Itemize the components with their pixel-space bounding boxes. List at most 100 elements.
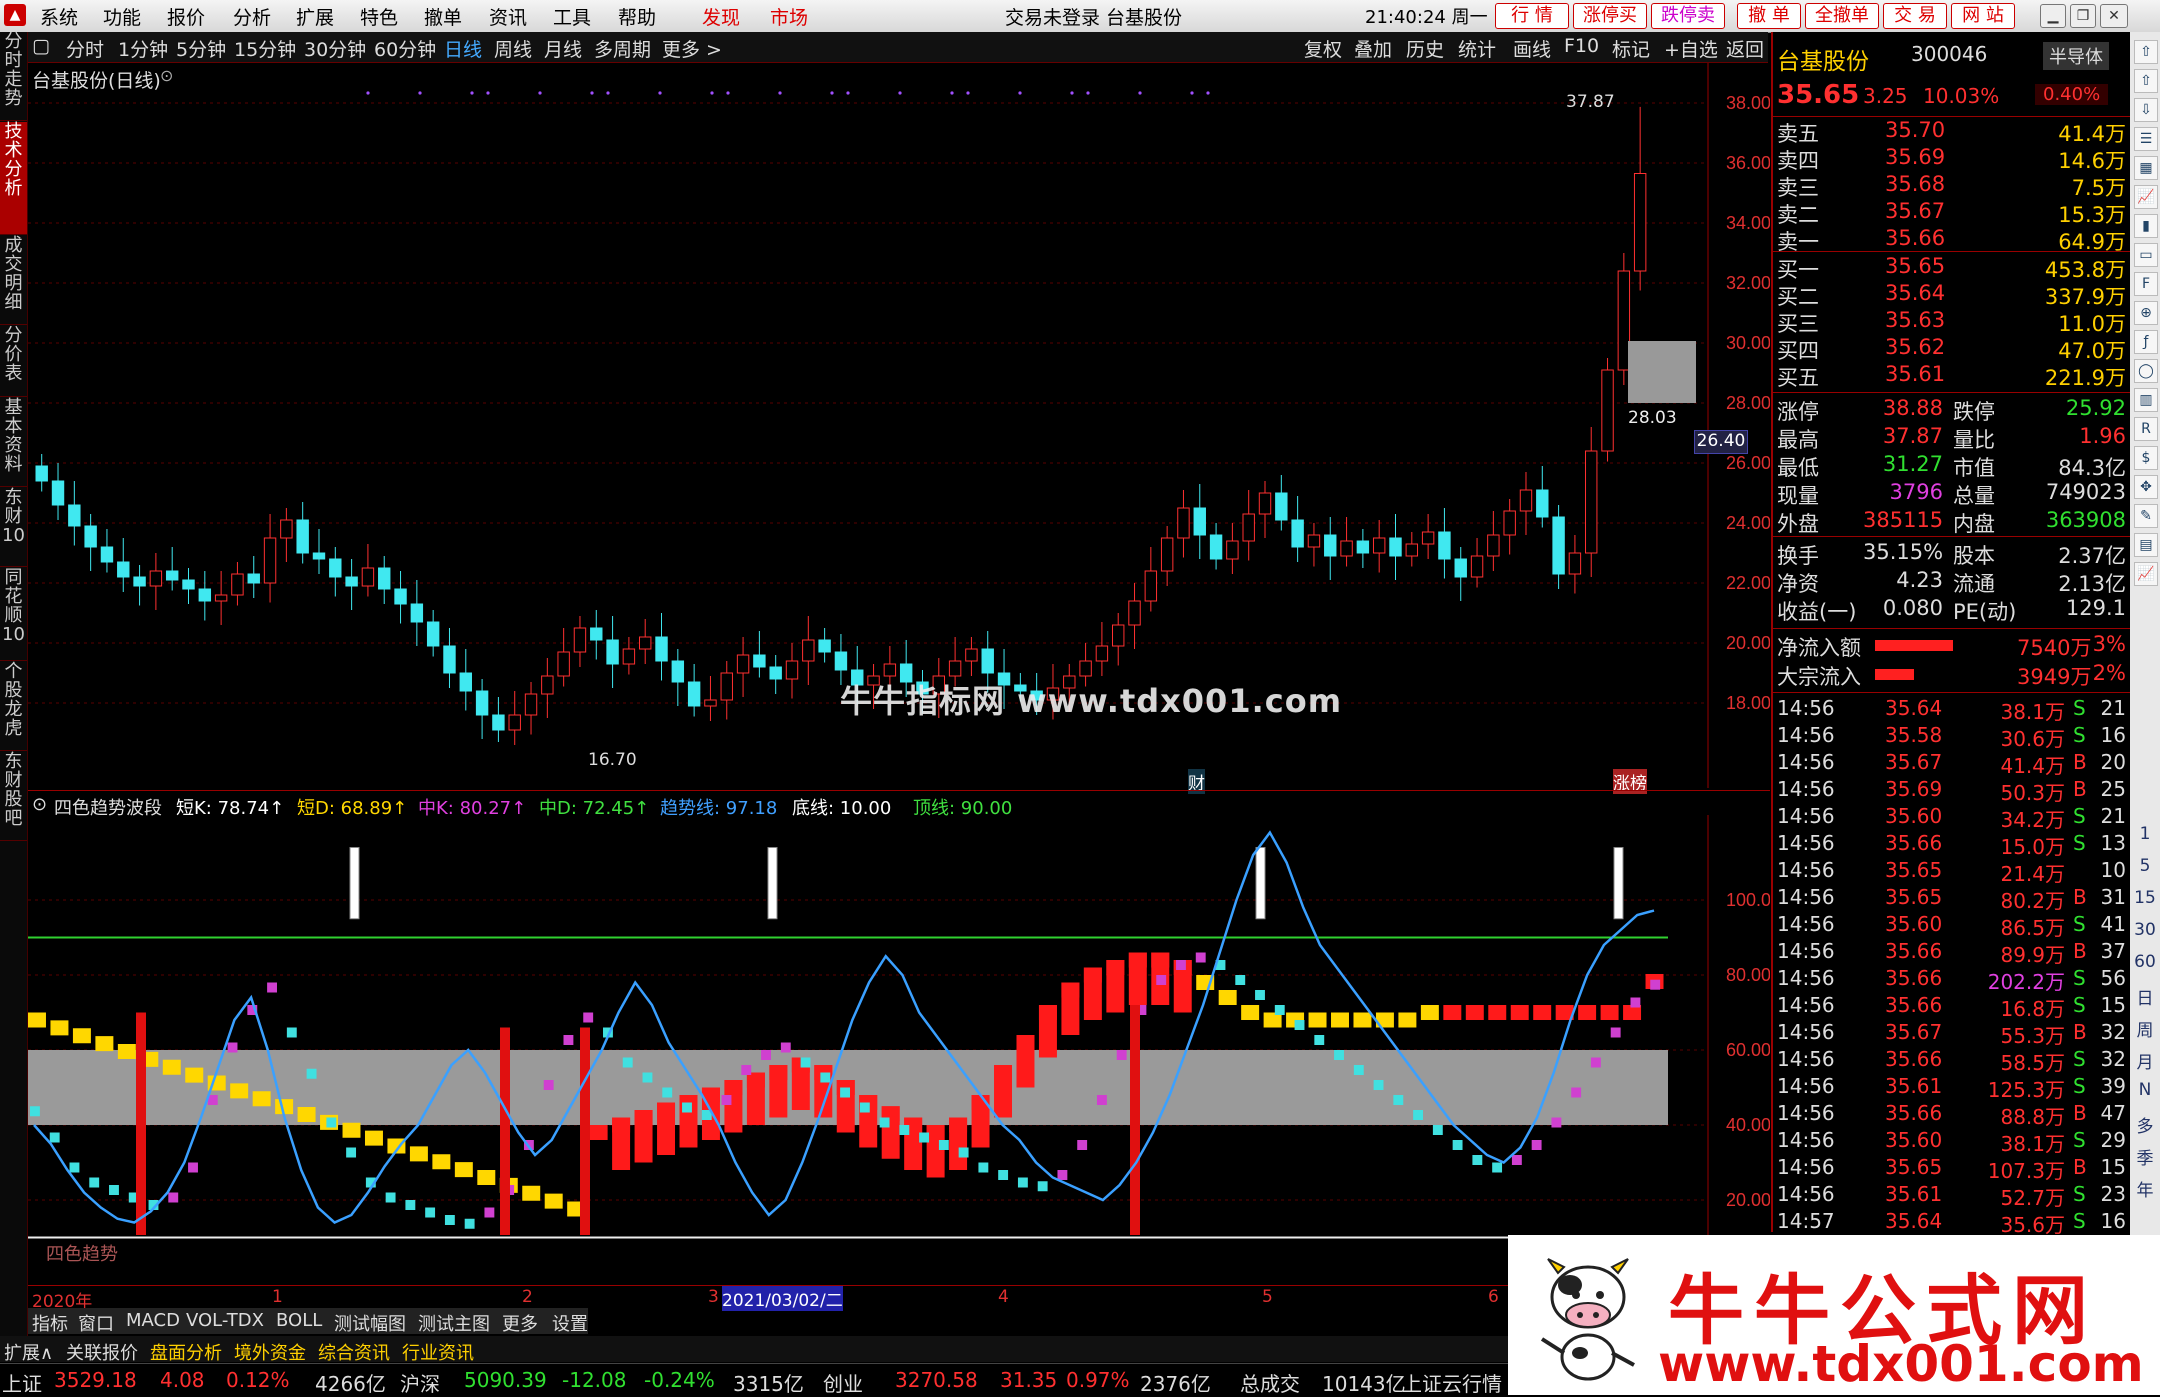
period-shortcut[interactable]: 周 (2130, 1016, 2160, 1041)
period-15min[interactable]: 15分钟 (234, 35, 296, 62)
tool-mark[interactable]: 标记 (1612, 35, 1650, 62)
period-shortcut[interactable]: 1 (2130, 824, 2160, 844)
arrow-down-icon[interactable]: ⇩ (2134, 98, 2158, 122)
tool-stats[interactable]: 统计 (1458, 35, 1496, 62)
tab-guba[interactable]: 东财股吧 (0, 752, 27, 841)
cancel-all-button[interactable]: 全撤单 (1805, 3, 1879, 29)
chart-icon[interactable]: 📈 (2134, 185, 2158, 209)
circle-icon[interactable]: ◯ (2134, 359, 2158, 383)
period-shortcut[interactable]: 季 (2130, 1144, 2160, 1169)
sector-badge[interactable]: 半导体 (2043, 42, 2109, 70)
tick-row[interactable]: 14:56 35.61 52.7万 S 23 (1773, 1182, 2130, 1210)
period-more[interactable]: 更多 > (662, 35, 722, 62)
list-icon[interactable]: ☰ (2134, 127, 2158, 151)
bar-icon[interactable]: ▥ (2134, 388, 2158, 412)
menu-discover[interactable]: 发现 (702, 3, 740, 30)
tab-intraday[interactable]: 分时走势 (0, 32, 27, 121)
tick-row[interactable]: 14:56 35.65 107.3万 B 15 (1773, 1155, 2130, 1183)
ext-industry-news[interactable]: 行业资讯 (402, 1339, 474, 1365)
tab-dragon-tiger[interactable]: 个股龙虎 (0, 662, 27, 751)
tab-fundamentals[interactable]: 基本资料 (0, 398, 27, 487)
tab-trade-detail[interactable]: 成交明细 (0, 236, 27, 325)
tab-more[interactable]: 更多 (502, 1310, 538, 1336)
period-shortcut[interactable]: N (2130, 1080, 2160, 1100)
tick-row[interactable]: 14:56 35.67 41.4万 B 20 (1773, 750, 2130, 778)
move-icon[interactable]: ✥ (2134, 475, 2158, 499)
f10-icon[interactable]: F (2134, 272, 2158, 296)
ext-related-quote[interactable]: 关联报价 (66, 1339, 138, 1365)
tab-boll[interactable]: BOLL (276, 1310, 322, 1331)
tab-dongcai10[interactable]: 东财10 (0, 488, 27, 567)
minimize-icon[interactable]: ▁ (2040, 4, 2066, 28)
tab-vol-tdx[interactable]: VOL-TDX (186, 1310, 264, 1331)
period-shortcut[interactable]: 5 (2130, 856, 2160, 876)
tick-row[interactable]: 14:56 35.65 80.2万 B 31 (1773, 885, 2130, 913)
ext-toggle[interactable]: 扩展∧ (4, 1339, 53, 1365)
menu-feature[interactable]: 特色 (360, 3, 398, 30)
quote-button[interactable]: 行 情 (1495, 3, 1569, 29)
menu-tools[interactable]: 工具 (553, 3, 591, 30)
tool-f10[interactable]: F10 (1564, 35, 1599, 57)
menu-analysis[interactable]: 分析 (233, 3, 271, 30)
period-shortcut[interactable]: 15 (2130, 888, 2160, 908)
tick-row[interactable]: 14:56 35.58 30.6万 S 16 (1773, 723, 2130, 751)
tool-overlay[interactable]: 叠加 (1354, 35, 1392, 62)
menu-help[interactable]: 帮助 (618, 3, 656, 30)
grid-icon[interactable]: ▦ (2134, 156, 2158, 180)
period-60min[interactable]: 60分钟 (374, 35, 436, 62)
tick-row[interactable]: 14:56 35.66 88.8万 B 47 (1773, 1101, 2130, 1129)
tab-window[interactable]: 窗口 (78, 1310, 114, 1336)
tab-price-table[interactable]: 分价表 (0, 326, 27, 397)
tick-row[interactable]: 14:56 35.61 125.3万 S 39 (1773, 1074, 2130, 1102)
ad-banner[interactable]: 牛牛公式网 www.tdx001.com (1508, 1235, 2160, 1395)
period-shortcut[interactable]: 年 (2130, 1176, 2160, 1201)
tick-row[interactable]: 14:56 35.67 55.3万 B 32 (1773, 1020, 2130, 1048)
cancel-order-button[interactable]: 撤 单 (1737, 3, 1801, 29)
tick-row[interactable]: 14:56 35.66 15.0万 S 13 (1773, 831, 2130, 859)
period-30min[interactable]: 30分钟 (304, 35, 366, 62)
ext-foreign-capital[interactable]: 境外资金 (234, 1339, 306, 1365)
tick-row[interactable]: 14:56 35.69 50.3万 B 25 (1773, 777, 2130, 805)
menu-cancel-order[interactable]: 撤单 (424, 3, 462, 30)
period-1min[interactable]: 1分钟 (118, 35, 168, 62)
restore-icon[interactable]: ❐ (2070, 4, 2096, 28)
menu-system[interactable]: 系统 (40, 3, 78, 30)
tick-row[interactable]: 14:56 35.66 202.2万 S 56 (1773, 966, 2130, 994)
tab-tonghuashun10[interactable]: 同花顺10 (0, 568, 27, 661)
indicator-settings-icon[interactable]: ⊙ (32, 794, 47, 815)
period-multi[interactable]: 多周期 (594, 35, 651, 62)
tick-row[interactable]: 14:56 35.65 21.4万 10 (1773, 858, 2130, 886)
period-intraday[interactable]: 分时 (66, 35, 104, 62)
period-shortcut[interactable]: 60 (2130, 952, 2160, 972)
period-daily[interactable]: 日线 (444, 35, 482, 62)
toolbar-toggle-icon[interactable]: ▢ (32, 35, 50, 57)
indicator-chart[interactable]: 20.00 40.00 60.00 80.00 100.0 (28, 815, 1770, 1285)
tick-row[interactable]: 14:56 35.64 38.1万 S 21 (1773, 696, 2130, 724)
tab-test-main[interactable]: 测试主图 (418, 1310, 490, 1336)
ext-market-analysis[interactable]: 盘面分析 (150, 1339, 222, 1365)
chart-settings-icon[interactable]: ⊙ (160, 66, 173, 85)
menu-market[interactable]: 市场 (770, 3, 808, 30)
tool-history[interactable]: 历史 (1406, 35, 1444, 62)
ext-news[interactable]: 综合资讯 (318, 1339, 390, 1365)
tool-adjust[interactable]: 复权 (1304, 35, 1342, 62)
menu-news[interactable]: 资讯 (489, 3, 527, 30)
menu-quote[interactable]: 报价 (167, 3, 205, 30)
pen-icon[interactable]: ✎ (2134, 504, 2158, 528)
zoom-icon[interactable]: ⊕ (2134, 301, 2158, 325)
tick-row[interactable]: 14:56 35.60 34.2万 S 21 (1773, 804, 2130, 832)
f-icon[interactable]: ƒ (2134, 330, 2158, 354)
tool-back[interactable]: 返回 (1726, 35, 1764, 62)
period-weekly[interactable]: 周线 (494, 35, 532, 62)
limit-up-buy-button[interactable]: 涨停买 (1573, 3, 1647, 29)
tab-indicator[interactable]: 指标 (32, 1310, 68, 1336)
arrow-up-icon[interactable]: ⇧ (2134, 40, 2158, 64)
tool-add-watch[interactable]: +自选 (1664, 35, 1718, 62)
period-5min[interactable]: 5分钟 (176, 35, 226, 62)
tick-row[interactable]: 14:56 35.66 89.9万 B 37 (1773, 939, 2130, 967)
tick-row[interactable]: 14:56 35.60 86.5万 S 41 (1773, 912, 2130, 940)
app-logo-icon[interactable]: ▲ (4, 4, 26, 26)
period-shortcut[interactable]: 月 (2130, 1048, 2160, 1073)
menu-function[interactable]: 功能 (103, 3, 141, 30)
period-shortcut[interactable]: 30 (2130, 920, 2160, 940)
